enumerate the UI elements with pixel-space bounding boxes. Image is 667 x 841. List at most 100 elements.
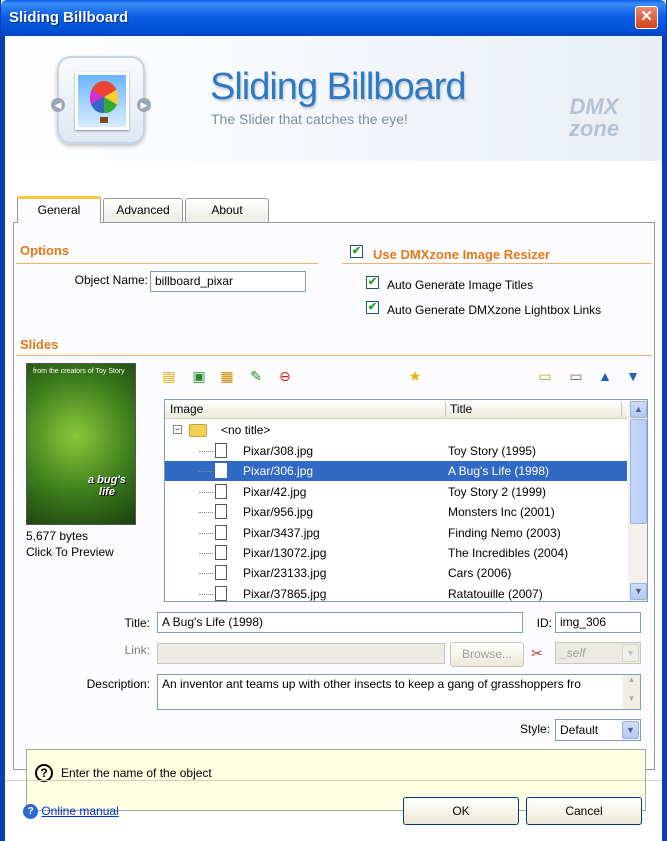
row-title: Toy Story 2 (1999): [448, 484, 547, 499]
title-field[interactable]: A Bug's Life (1998): [157, 612, 523, 633]
target-select[interactable]: _self ▼: [555, 642, 641, 664]
browse-button[interactable]: Browse...: [450, 642, 524, 667]
preview-caption: from the creators of Toy Story: [33, 368, 125, 375]
row-image-path: Pixar/42.jpg: [243, 484, 307, 499]
tree-connector: [199, 593, 213, 595]
star-icon[interactable]: ★: [406, 367, 424, 385]
row-title: Ratatouille (2007): [448, 586, 543, 601]
document-icon: [215, 483, 227, 499]
edit-image-icon[interactable]: ▦: [218, 367, 236, 385]
header-banner: ◀ ▶ Sliding Billboard The Slider that ca…: [5, 36, 662, 161]
arrow-right-icon: ▶: [137, 98, 151, 112]
document-icon: [215, 524, 227, 540]
auto-lightbox-checkbox[interactable]: ✔: [366, 301, 379, 314]
document-icon: [215, 585, 227, 601]
tab-advanced[interactable]: Advanced: [103, 198, 183, 222]
dialog-window: Sliding Billboard ✕ ◀ ▶ Sliding Billboar…: [0, 0, 667, 841]
slide-preview-image[interactable]: from the creators of Toy Story a bug's l…: [26, 363, 136, 525]
scroll-down-button[interactable]: ▼: [630, 583, 647, 600]
delete-folder-icon[interactable]: ▭: [567, 367, 585, 385]
table-row[interactable]: Pixar/308.jpg Toy Story (1995): [165, 441, 627, 461]
resizer-checkbox[interactable]: ✔: [350, 245, 363, 258]
auto-lightbox-label: Auto Generate DMXzone Lightbox Links: [387, 303, 602, 317]
tree-connector: [199, 491, 213, 493]
preview-hint[interactable]: Click To Preview: [26, 545, 114, 559]
id-field[interactable]: img_306: [555, 612, 641, 633]
online-manual-label[interactable]: Online manual: [41, 804, 118, 818]
help-circle-icon: ?: [23, 804, 38, 820]
description-scrollbar[interactable]: ▲ ▼: [623, 675, 640, 709]
general-panel: Options Object Name: billboard_pixar ✔ U…: [13, 222, 655, 811]
resizer-divider: [342, 263, 652, 264]
remove-icon[interactable]: ⊖: [276, 367, 294, 385]
row-title: Toy Story (1995): [448, 444, 537, 458]
tree-connector: [199, 451, 213, 452]
column-title-header[interactable]: Title: [450, 402, 472, 416]
move-down-icon[interactable]: ▼: [624, 367, 642, 385]
help-text: Enter the name of the object: [61, 766, 212, 780]
table-row[interactable]: Pixar/13072.jpg The Incredibles (2004): [165, 543, 627, 563]
style-select-value: Default: [560, 723, 599, 737]
add-image-icon[interactable]: ▣: [190, 367, 208, 385]
options-divider: [16, 263, 318, 264]
row-image-path: Pixar/37865.jpg: [243, 586, 327, 601]
window-title: Sliding Billboard: [9, 9, 129, 26]
object-name-field[interactable]: billboard_pixar: [150, 271, 306, 292]
title-bar[interactable]: Sliding Billboard ✕: [1, 0, 666, 36]
tab-about[interactable]: About: [185, 198, 269, 222]
close-button[interactable]: ✕: [635, 6, 658, 29]
document-icon: [215, 545, 227, 560]
style-label: Style:: [519, 722, 550, 736]
table-row[interactable]: Pixar/37865.jpg Ratatouille (2007): [165, 584, 627, 601]
cancel-button[interactable]: Cancel: [526, 797, 642, 825]
resizer-heading: Use DMXzone Image Resizer: [373, 247, 551, 262]
row-image-path: Pixar/956.jpg: [243, 505, 314, 520]
ok-button[interactable]: OK: [403, 797, 519, 825]
description-field[interactable]: An inventor ant teams up with other inse…: [157, 674, 641, 710]
add-folder-icon[interactable]: ▭: [536, 367, 554, 385]
scroll-thumb[interactable]: [630, 419, 647, 524]
description-label: Description:: [86, 677, 150, 691]
edit-icon[interactable]: ✎: [247, 367, 265, 385]
collapse-icon[interactable]: −: [173, 425, 182, 434]
target-select-value: _self: [560, 646, 586, 660]
tree-connector: [199, 532, 213, 534]
style-select[interactable]: Default ▼: [555, 719, 641, 741]
online-manual-link[interactable]: ? Online manual: [23, 804, 119, 820]
move-up-icon[interactable]: ▲: [596, 367, 614, 385]
add-images-icon[interactable]: ▤: [160, 367, 178, 385]
table-row[interactable]: Pixar/3437.jpg Finding Nemo (2003): [165, 523, 627, 543]
tree-root[interactable]: − <no title>: [165, 420, 627, 440]
column-image-header[interactable]: Image: [170, 402, 203, 416]
root-label: <no title>: [221, 423, 271, 437]
row-image-path: Pixar/308.jpg: [243, 444, 314, 458]
tree-connector: [199, 573, 213, 575]
id-label: ID:: [536, 616, 552, 630]
link-icon[interactable]: ✂: [528, 644, 546, 662]
table-row[interactable]: Pixar/306.jpg A Bug's Life (1998): [165, 461, 627, 482]
table-row[interactable]: Pixar/23133.jpg Cars (2006): [165, 563, 627, 583]
row-title: The Incredibles (2004): [448, 546, 569, 560]
object-name-label: Object Name:: [74, 273, 148, 287]
slides-list[interactable]: Image Title − <no title> Pixar/308.jpg To…: [164, 399, 648, 602]
scroll-up-button[interactable]: ▲: [630, 401, 647, 418]
table-row[interactable]: Pixar/956.jpg Monsters Inc (2001): [165, 502, 627, 522]
tab-general[interactable]: General: [17, 196, 101, 223]
link-field[interactable]: [157, 643, 445, 664]
slides-heading: Slides: [20, 337, 59, 352]
banner-title: Sliding Billboard: [210, 66, 466, 108]
row-title: Cars (2006): [448, 566, 512, 581]
document-icon: [215, 565, 227, 581]
product-logo: ◀ ▶: [51, 56, 151, 144]
vertical-scrollbar[interactable]: ▲ ▼: [628, 400, 647, 601]
auto-titles-checkbox[interactable]: ✔: [366, 276, 379, 289]
link-label: Link:: [124, 643, 150, 657]
row-image-path: Pixar/3437.jpg: [243, 525, 320, 540]
table-row[interactable]: Pixar/42.jpg Toy Story 2 (1999): [165, 482, 627, 502]
preview-bytes: 5,677 bytes: [26, 529, 89, 543]
slides-divider: [16, 355, 652, 356]
banner-tagline: The Slider that catches the eye!: [211, 111, 408, 127]
document-icon: [215, 443, 227, 458]
description-text: An inventor ant teams up with other inse…: [162, 677, 581, 691]
dialog-content: ◀ ▶ Sliding Billboard The Slider that ca…: [5, 36, 662, 841]
